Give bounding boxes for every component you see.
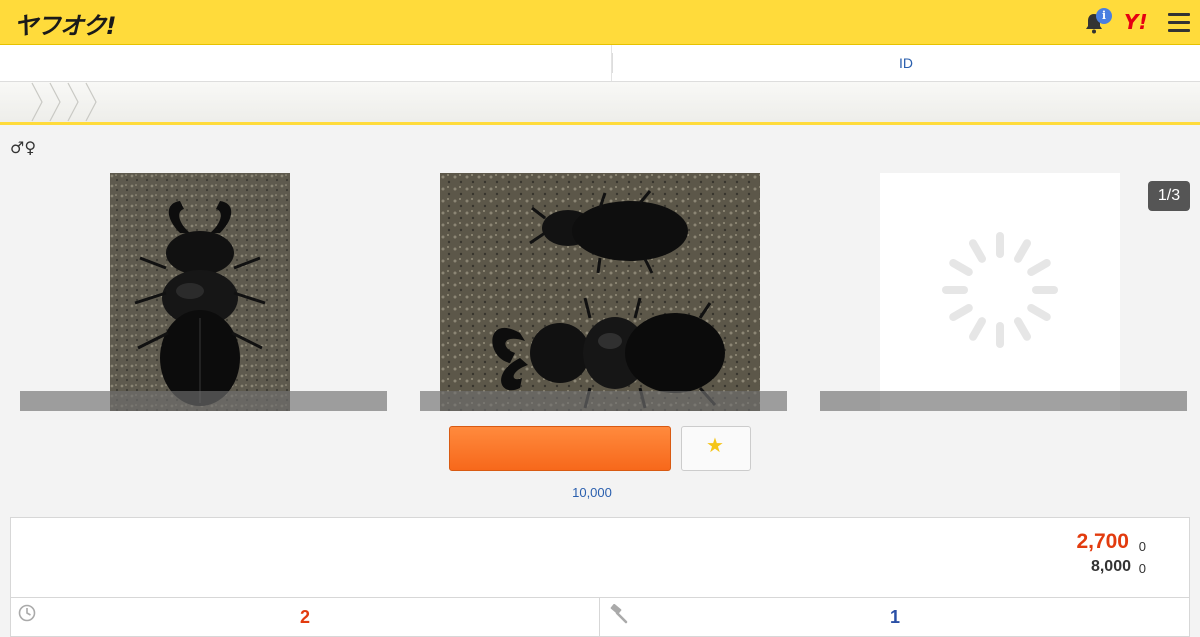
item-image-2[interactable] — [440, 173, 760, 411]
breadcrumb-chevrons-icon — [31, 82, 97, 122]
price-panel: 2,700 0 8,000 0 2 1 — [10, 517, 1190, 637]
current-price-tax: 0 — [1138, 539, 1146, 554]
image-counter: 1/3 — [1148, 181, 1190, 211]
image-caption-bar-3 — [820, 391, 1187, 411]
yahuoku-logo[interactable]: ヤフオク! — [14, 6, 116, 41]
auction-hammer-icon — [610, 604, 628, 624]
time-left: 2 — [299, 607, 310, 627]
tab-bar: ID — [0, 45, 1200, 82]
breadcrumb — [0, 82, 1200, 125]
tab-left[interactable] — [0, 45, 612, 81]
price-divider — [11, 597, 1189, 598]
buyout-price-tax: 0 — [1138, 561, 1146, 576]
image-caption-bar-2 — [420, 391, 787, 411]
item-title: ♂♀ — [10, 138, 37, 157]
loading-spinner-icon — [942, 232, 1058, 348]
stats-divider — [599, 597, 600, 637]
image-caption-bar-1 — [20, 391, 387, 411]
item-image-1[interactable] — [110, 173, 290, 411]
watch-button[interactable]: ★ — [681, 426, 751, 471]
tab-id[interactable]: ID — [612, 45, 1200, 81]
site-header: ヤフオク! i Y! — [0, 0, 1200, 45]
clock-icon — [18, 604, 36, 622]
buyout-price: 8,000 — [1090, 558, 1131, 575]
star-icon: ★ — [706, 435, 724, 457]
menu-icon[interactable] — [1168, 13, 1190, 33]
yahoo-japan-icon[interactable]: Y! — [1124, 10, 1148, 34]
notification-badge: i — [1096, 8, 1112, 24]
watch-count-link[interactable]: 10,000 — [552, 485, 632, 500]
current-price: 2,700 — [1076, 530, 1129, 553]
bid-count-link[interactable]: 1 — [861, 607, 929, 628]
bid-button[interactable] — [449, 426, 671, 471]
